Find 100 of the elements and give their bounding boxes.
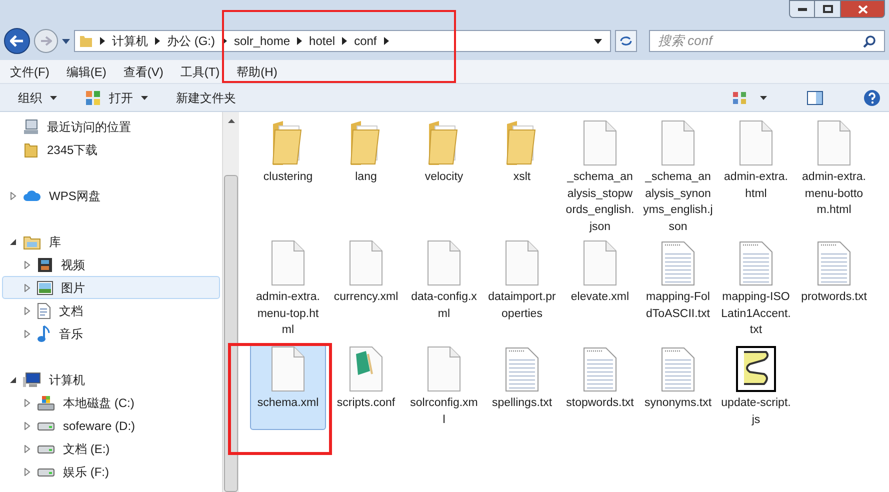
file-name: protwords.txt xyxy=(800,290,868,305)
scroll-up-arrow-icon[interactable] xyxy=(228,119,234,123)
file-name: velocity xyxy=(424,170,464,185)
toolbar-button[interactable]: 新建文件夹 xyxy=(176,88,236,106)
document-with-sheet-icon xyxy=(348,346,384,392)
file-item[interactable]: clustering xyxy=(250,118,326,204)
expanded-triangle-icon[interactable] xyxy=(9,376,17,384)
file-item[interactable]: stopwords.txt xyxy=(562,344,638,430)
file-item[interactable]: scripts.conf xyxy=(328,344,404,430)
navigation-item[interactable]: 库 xyxy=(2,230,220,253)
file-item[interactable]: _schema_analysis_stopwords_english.json xyxy=(562,118,638,239)
file-item[interactable]: synonyms.txt xyxy=(640,344,716,430)
navigation-item[interactable]: 本地磁盘 (C:) xyxy=(2,391,220,414)
dropdown-arrow-icon[interactable] xyxy=(594,38,602,44)
breadcrumb[interactable]: 计算机 xyxy=(112,32,148,50)
blank-document-icon xyxy=(348,240,384,286)
breadcrumb[interactable]: 办公 (G:) xyxy=(167,32,215,50)
collapsed-triangle-icon[interactable] xyxy=(23,330,31,338)
navigation-item[interactable]: 文档 xyxy=(2,299,220,322)
scrollbar-thumb[interactable] xyxy=(224,175,238,492)
breadcrumb-arrow-icon[interactable] xyxy=(155,37,160,45)
toolbar-button[interactable]: 打开 xyxy=(85,88,148,106)
file-name: _schema_analysis_synonyms_english.json xyxy=(643,170,713,234)
file-item[interactable]: solrconfig.xml xyxy=(406,344,482,432)
expanded-triangle-icon[interactable] xyxy=(9,238,17,246)
blank-document-icon xyxy=(660,120,696,166)
search-icon xyxy=(863,34,876,48)
search-field[interactable]: 搜索 conf xyxy=(649,30,885,52)
collapsed-triangle-icon[interactable] xyxy=(23,260,31,268)
maximize-button[interactable] xyxy=(815,0,841,18)
file-name: xslt xyxy=(512,170,532,185)
drive-icon xyxy=(37,466,55,476)
file-item[interactable]: lang xyxy=(328,118,404,204)
collapsed-triangle-icon[interactable] xyxy=(23,284,31,292)
navigation-item[interactable]: 计算机 xyxy=(2,368,220,391)
menu-item[interactable]: 编辑(E) xyxy=(66,62,106,80)
collapsed-triangle-icon[interactable] xyxy=(23,468,31,476)
picture-icon xyxy=(37,280,53,294)
minimize-button[interactable] xyxy=(789,0,815,18)
file-item[interactable]: protwords.txt xyxy=(796,238,872,324)
search-input[interactable]: 搜索 conf xyxy=(658,31,863,51)
navigation-item[interactable]: 视频 xyxy=(2,253,220,276)
collapsed-triangle-icon[interactable] xyxy=(23,422,31,430)
dropdown-arrow-icon xyxy=(760,96,767,100)
menu-item[interactable]: 工具(T) xyxy=(180,62,220,80)
left-arrow-icon xyxy=(10,35,24,47)
breadcrumb[interactable]: hotel xyxy=(309,32,336,50)
library-icon xyxy=(23,234,41,250)
toolbar-button[interactable]: 组织 xyxy=(18,88,57,106)
breadcrumb[interactable]: solr_home xyxy=(234,32,290,50)
file-item[interactable]: mapping-FoldToASCII.txt xyxy=(640,238,716,326)
navigation-item[interactable]: 文档 (E:) xyxy=(2,437,220,460)
navigation-item[interactable]: 2345下载 xyxy=(2,138,220,161)
file-item[interactable]: currency.xml xyxy=(328,238,404,324)
document-icon xyxy=(37,302,51,318)
breadcrumb-arrow-icon[interactable] xyxy=(342,37,348,45)
text-document-icon xyxy=(660,346,696,392)
menu-item[interactable]: 帮助(H) xyxy=(236,62,278,80)
navigation-item[interactable]: 图片 xyxy=(2,276,220,299)
file-item[interactable]: spellings.txt xyxy=(484,344,560,430)
history-dropdown-icon[interactable] xyxy=(62,38,70,44)
view-grid-icon xyxy=(732,90,748,104)
file-item[interactable]: _schema_analysis_synonyms_english.json xyxy=(640,118,716,239)
file-item[interactable]: dataimport.properties xyxy=(484,238,560,326)
navigation-item[interactable]: 娱乐 (F:) xyxy=(2,460,220,483)
file-item[interactable]: update-script.js xyxy=(718,344,794,432)
menu-item[interactable]: 查看(V) xyxy=(123,62,164,80)
file-item[interactable]: admin-extra.menu-bottom.html xyxy=(796,118,872,222)
file-item[interactable]: data-config.xml xyxy=(406,238,482,326)
menu-item[interactable]: 文件(F) xyxy=(10,62,50,80)
file-item[interactable]: admin-extra.menu-top.html xyxy=(250,238,326,342)
file-item[interactable]: schema.xml xyxy=(250,344,326,430)
close-button[interactable] xyxy=(841,0,885,18)
collapsed-triangle-icon[interactable] xyxy=(23,444,31,452)
preview-pane-button[interactable] xyxy=(807,90,823,104)
breadcrumb-arrow-icon[interactable] xyxy=(297,37,302,45)
breadcrumb-arrow-icon[interactable] xyxy=(384,37,389,45)
navigation-item[interactable]: WPS网盘 xyxy=(2,184,220,207)
computer-icon xyxy=(23,372,41,388)
file-name: clustering xyxy=(262,170,314,185)
file-item[interactable]: mapping-ISOLatin1Accent.txt xyxy=(718,238,794,342)
back-button[interactable] xyxy=(4,28,30,54)
collapsed-triangle-icon[interactable] xyxy=(23,398,31,406)
collapsed-triangle-icon[interactable] xyxy=(23,306,31,314)
breadcrumb[interactable]: conf xyxy=(354,32,377,50)
help-button[interactable] xyxy=(863,88,881,106)
file-item[interactable]: xslt xyxy=(484,118,560,204)
navigation-item[interactable]: 音乐 xyxy=(2,322,220,345)
blank-document-icon xyxy=(270,346,306,392)
collapsed-triangle-icon[interactable] xyxy=(9,192,17,200)
navigation-item[interactable]: sofeware (D:) xyxy=(2,414,220,437)
file-item[interactable]: velocity xyxy=(406,118,482,204)
file-item[interactable]: elevate.xml xyxy=(562,238,638,324)
view-options-button[interactable] xyxy=(732,90,767,104)
scrollbar[interactable] xyxy=(222,112,239,492)
breadcrumb-arrow-icon[interactable] xyxy=(100,37,105,45)
file-item[interactable]: admin-extra.html xyxy=(718,118,794,206)
refresh-button[interactable] xyxy=(615,30,637,52)
navigation-item[interactable]: 最近访问的位置 xyxy=(2,115,220,138)
blank-document-icon xyxy=(426,240,462,286)
